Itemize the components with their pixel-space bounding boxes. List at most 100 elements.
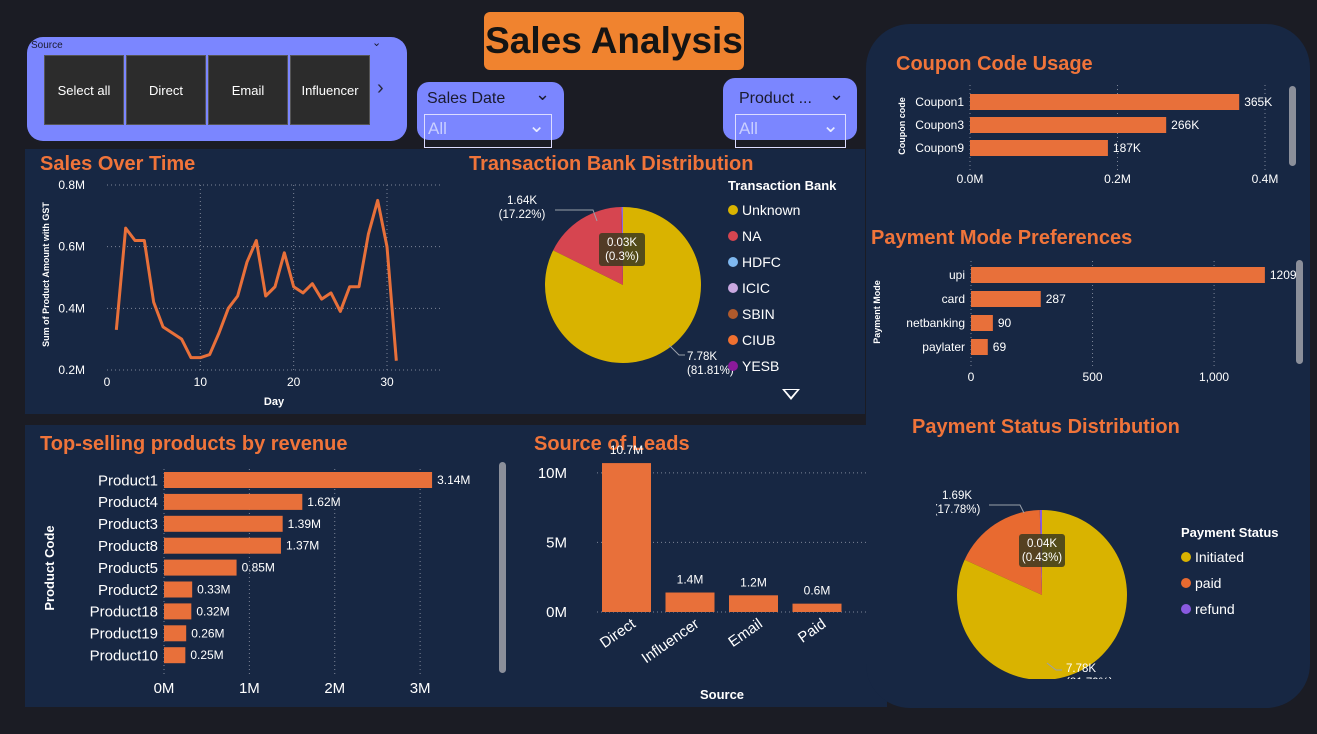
x-tick-label: 30 bbox=[380, 375, 394, 389]
legend-item[interactable]: Initiated bbox=[1181, 544, 1244, 570]
category-label: Product4 bbox=[98, 494, 158, 511]
x-tick-label: 0.0M bbox=[957, 172, 984, 186]
payment-status-legend: Initiated paid refund bbox=[1181, 544, 1244, 622]
x-tick-label: 0 bbox=[968, 370, 975, 384]
x-axis-label: Source bbox=[700, 687, 744, 702]
legend-item[interactable]: SBIN bbox=[728, 301, 800, 327]
legend-item[interactable]: refund bbox=[1181, 596, 1244, 622]
y-tick-label: 10M bbox=[538, 465, 567, 482]
legend-marker bbox=[728, 335, 738, 345]
percent-label: (81.81%) bbox=[687, 365, 734, 377]
legend-item[interactable]: HDFC bbox=[728, 249, 800, 275]
data-label: 7.78K bbox=[1066, 663, 1096, 675]
bar bbox=[971, 291, 1041, 307]
legend-marker bbox=[1181, 552, 1191, 562]
data-label: 1.62M bbox=[307, 495, 340, 509]
source-leads-bar-chart: 0M 5M 10M 10.7M Direct 1.4M Influencer 1.2M Emai… bbox=[538, 443, 879, 702]
sales-panel: Sales Over Time 0.2M 0.4M 0.6M 0.8M 0 10 20 30 D… bbox=[25, 149, 865, 414]
legend-marker bbox=[728, 283, 738, 293]
category-label: netbanking bbox=[906, 316, 965, 330]
legend-item[interactable]: Unknown bbox=[728, 197, 800, 223]
y-tick-label: 0.4M bbox=[58, 301, 85, 315]
x-tick-label: 2M bbox=[324, 680, 345, 697]
data-label: 0.03K bbox=[607, 237, 637, 249]
chevron-down-icon[interactable]: ⌄ bbox=[829, 84, 844, 105]
x-tick-label: 3M bbox=[410, 680, 431, 697]
y-tick-label: 0M bbox=[546, 604, 567, 621]
legend-marker bbox=[728, 257, 738, 267]
data-label: 90 bbox=[998, 316, 1012, 330]
legend-label: HDFC bbox=[742, 254, 781, 270]
legend-item[interactable]: paid bbox=[1181, 570, 1244, 596]
sales-date-dropdown[interactable]: All ⌄ bbox=[424, 114, 552, 148]
product-filter-label: Product ... bbox=[739, 90, 812, 107]
data-label: 1209 bbox=[1270, 268, 1297, 282]
data-label: 0.32M bbox=[196, 604, 229, 618]
data-label: 7.78K bbox=[687, 351, 717, 363]
slicer-option-label: Influencer bbox=[301, 82, 359, 98]
x-tick-label: 0.2M bbox=[1104, 172, 1131, 186]
slicer-option-select-all[interactable]: Select all bbox=[44, 55, 124, 125]
legend-marker bbox=[1181, 578, 1191, 588]
legend-item[interactable]: ICIC bbox=[728, 275, 800, 301]
bar bbox=[665, 592, 715, 612]
chevron-down-icon: ⌄ bbox=[528, 115, 545, 137]
bar bbox=[164, 472, 433, 488]
category-label: Direct bbox=[597, 615, 640, 652]
payment-mode-bar-chart: 0 500 1,000 upi 1209 card 287 netbanking 90 payla… bbox=[872, 261, 1297, 384]
product-dropdown[interactable]: All ⌄ bbox=[735, 114, 846, 148]
x-tick-label: 0.4M bbox=[1252, 172, 1279, 186]
x-tick-label: 1M bbox=[239, 680, 260, 697]
data-label: 10.7M bbox=[610, 443, 643, 457]
y-tick-label: 0.8M bbox=[58, 178, 85, 192]
data-label: 0.26M bbox=[191, 626, 224, 640]
scrollbar[interactable] bbox=[1296, 260, 1303, 364]
scrollbar[interactable] bbox=[499, 462, 506, 673]
coupon-bar-chart: 0.0M 0.2M 0.4M Coupon1 365K Coupon3 266K Coupon… bbox=[897, 85, 1279, 186]
sales-date-filter: Sales Date ⌄ All ⌄ bbox=[417, 82, 564, 148]
bar bbox=[164, 581, 193, 598]
data-label: 0.6M bbox=[804, 584, 831, 598]
slicer-option-label: Select all bbox=[57, 82, 111, 98]
data-label: 187K bbox=[1113, 141, 1141, 155]
data-label: 0.33M bbox=[197, 583, 230, 597]
data-label: 1.2M bbox=[740, 575, 767, 589]
percent-label: (81.79%) bbox=[1066, 677, 1113, 679]
slicer-option-email[interactable]: Email bbox=[208, 55, 288, 125]
category-label: upi bbox=[949, 268, 965, 282]
bar bbox=[164, 537, 281, 554]
data-label: 0.85M bbox=[242, 561, 275, 575]
scrollbar[interactable] bbox=[1289, 86, 1296, 166]
bar bbox=[971, 339, 988, 355]
chevron-down-icon: ⌄ bbox=[822, 115, 839, 137]
chevron-down-icon[interactable]: ⌄ bbox=[372, 36, 381, 49]
x-tick-label: 0 bbox=[104, 375, 111, 389]
bar bbox=[164, 493, 303, 510]
y-tick-label: 0.6M bbox=[58, 240, 85, 254]
category-label: Product10 bbox=[90, 647, 158, 664]
data-label: 1.39M bbox=[288, 517, 321, 531]
sales-line-chart: 0.2M 0.4M 0.6M 0.8M 0 10 20 30 Day Sum of Product… bbox=[41, 178, 443, 408]
percent-label: (0.43%) bbox=[1022, 552, 1062, 564]
payments-panel: Coupon Code Usage 0.0M 0.2M 0.4M Coupon1 365… bbox=[866, 24, 1310, 708]
legend-label: Initiated bbox=[1195, 549, 1245, 565]
y-axis-label: Payment Mode bbox=[872, 280, 882, 344]
bar bbox=[164, 647, 186, 664]
transaction-bank-pie: 7.78K (81.81%) 1.64K (17.22%) 0.03K (0.3%) bbox=[499, 195, 734, 377]
legend-item[interactable]: CIUB bbox=[728, 327, 800, 353]
category-label: paylater bbox=[922, 340, 965, 354]
chevron-right-icon[interactable]: › bbox=[377, 77, 384, 100]
transaction-bank-title: Transaction Bank Distribution bbox=[469, 153, 754, 175]
category-label: Product5 bbox=[98, 560, 158, 577]
legend-item[interactable]: YESB bbox=[728, 353, 800, 379]
legend-label: Unknown bbox=[742, 202, 801, 218]
slicer-option-influencer[interactable]: Influencer bbox=[290, 55, 370, 125]
data-label: 1.4M bbox=[677, 573, 704, 587]
slicer-option-direct[interactable]: Direct bbox=[126, 55, 206, 125]
source-leads-panel: Source of Leads 0M 5M 10M 10.7M Direct 1.4M In… bbox=[513, 425, 887, 707]
coupon-usage-title: Coupon Code Usage bbox=[896, 53, 1093, 75]
legend-item[interactable]: NA bbox=[728, 223, 800, 249]
data-label: 365K bbox=[1244, 95, 1272, 109]
bar bbox=[164, 625, 187, 642]
chevron-down-icon[interactable]: ⌄ bbox=[535, 84, 550, 105]
